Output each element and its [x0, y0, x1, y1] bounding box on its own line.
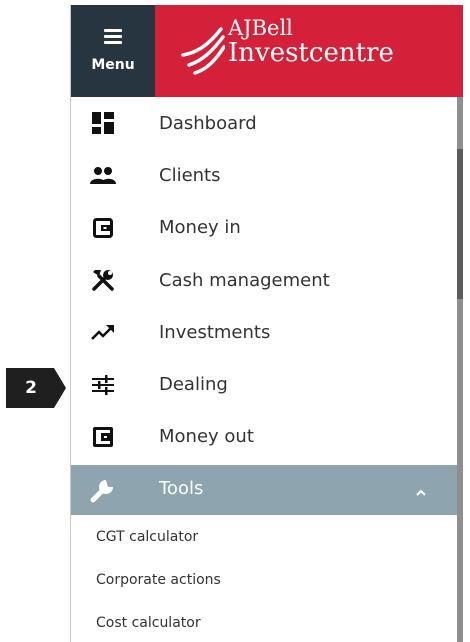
sub-item-label: CGT calculator [96, 529, 199, 546]
brand-logo[interactable]: AJBell Investcentre [155, 5, 463, 97]
people-icon [89, 163, 117, 187]
hamburger-icon [104, 29, 122, 44]
nav-item-label: Dashboard [159, 112, 257, 134]
nav-item-investments[interactable]: Investments [71, 306, 457, 358]
sub-item-label: Cost calculator [96, 615, 201, 632]
nav-item-money-in[interactable]: Money in [71, 202, 457, 254]
nav-item-tools[interactable]: Tools [71, 465, 457, 516]
background-page-edge [457, 97, 463, 642]
step-callout: 2 [6, 368, 66, 408]
chevron-up-icon [415, 483, 427, 502]
ajbell-swoosh-icon [181, 27, 225, 75]
nav-item-label: Dealing [159, 374, 228, 396]
nav-item-money-out[interactable]: Money out [71, 411, 457, 463]
sub-item-cost-calculator[interactable]: Cost calculator [71, 601, 457, 642]
sub-item-corporate-actions[interactable]: Corporate actions [71, 558, 457, 601]
sub-item-cgt-calculator[interactable]: CGT calculator [71, 515, 457, 558]
wallet-icon [89, 216, 117, 240]
top-bar: Menu AJBell Investcentre [71, 5, 463, 97]
nav-item-clients[interactable]: Clients [71, 149, 457, 201]
sub-item-label: Corporate actions [96, 572, 221, 589]
app-frame: Menu AJBell Investcentre Dashboard Clien… [70, 5, 463, 642]
dashboard-icon [89, 111, 117, 135]
sliders-icon [89, 373, 117, 397]
nav-item-dashboard[interactable]: Dashboard [71, 97, 457, 149]
side-menu: Dashboard Clients Money in Cash manageme… [71, 97, 457, 642]
nav-item-label: Cash management [159, 269, 330, 291]
nav-item-dealing[interactable]: Dealing [71, 358, 457, 410]
tools-icon [89, 268, 117, 292]
menu-label: Menu [91, 57, 135, 73]
nav-item-label: Money in [159, 217, 241, 239]
nav-item-label: Clients [159, 164, 221, 186]
menu-button[interactable]: Menu [71, 5, 155, 97]
brand-name-line1: AJBell [228, 16, 293, 40]
nav-item-cash-management[interactable]: Cash management [71, 254, 457, 306]
nav-item-label: Investments [159, 321, 271, 343]
wrench-icon [89, 478, 117, 503]
wallet-out-icon [89, 425, 117, 449]
nav-item-label: Money out [159, 426, 254, 448]
trending-up-icon [89, 320, 117, 344]
nav-item-label: Tools [159, 478, 204, 500]
brand-name-line2: Investcentre [228, 38, 394, 68]
callout-number: 2 [25, 378, 37, 398]
